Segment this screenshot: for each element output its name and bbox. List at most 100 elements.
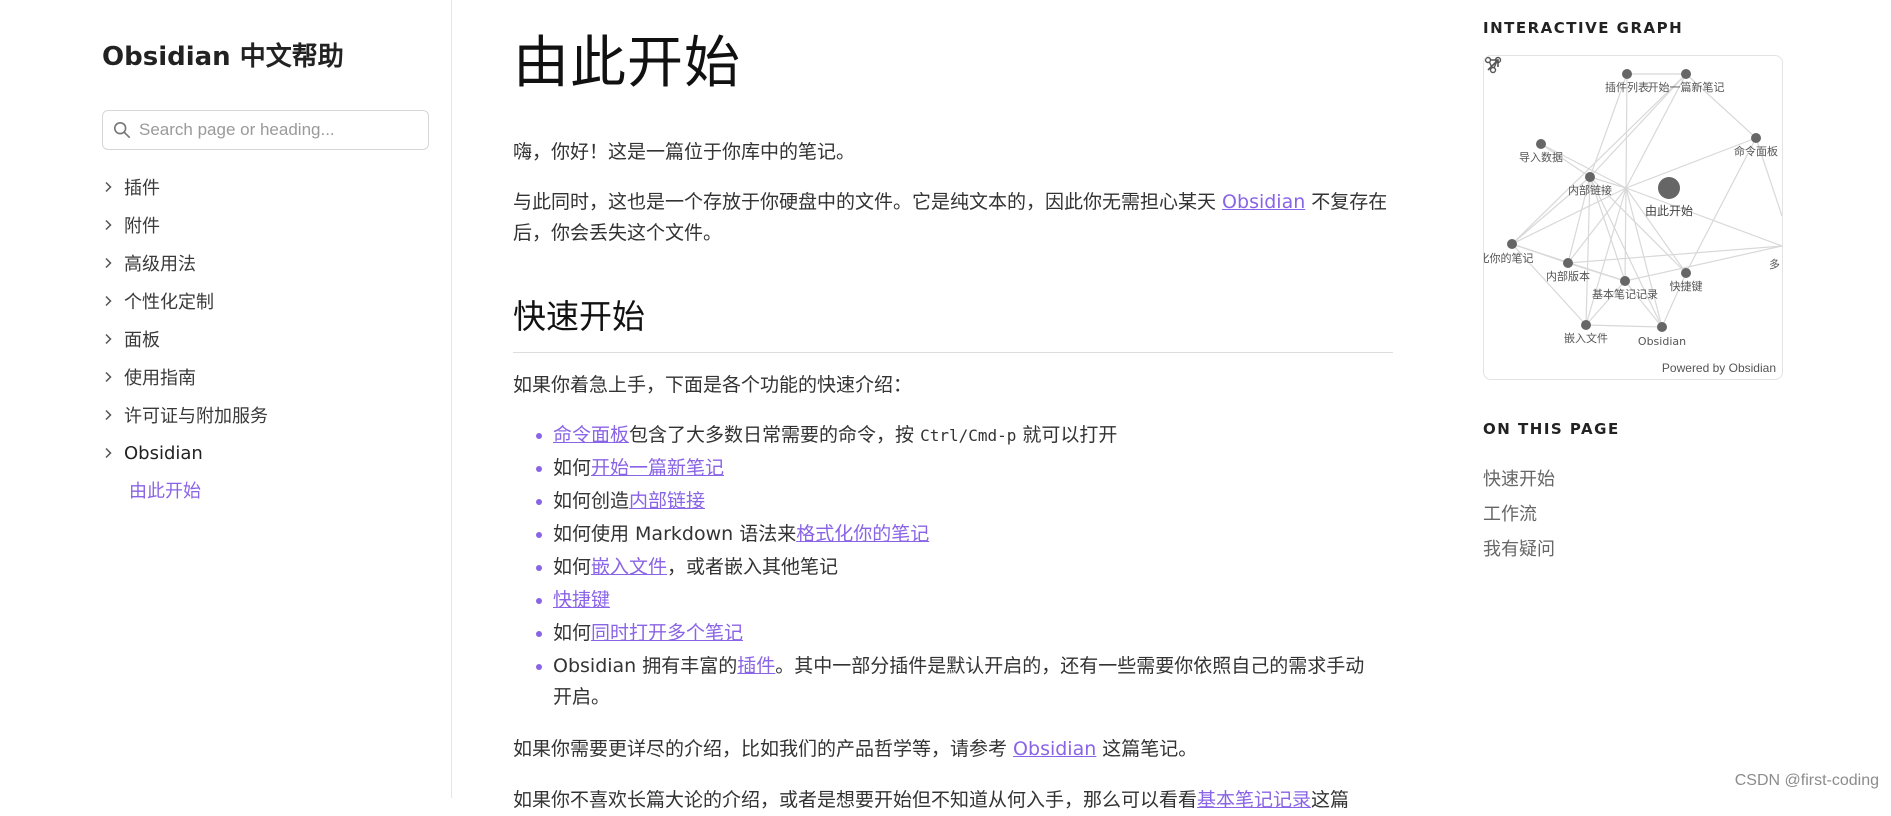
feature-list: 命令面板包含了大多数日常需要的命令，按 Ctrl/Cmd-p 就可以打开 如何开…: [536, 420, 1393, 715]
text: 如何: [553, 457, 592, 479]
sidebar-item-customization[interactable]: 个性化定制: [102, 282, 268, 320]
command-palette-link[interactable]: 命令面板: [553, 424, 629, 446]
graph-node-label: 内部链接: [1568, 183, 1612, 197]
sidebar-item-label: 许可证与附加服务: [124, 406, 268, 427]
list-item: 如何嵌入文件，或者嵌入其他笔记: [536, 552, 1393, 583]
toc-item-workflow[interactable]: 工作流: [1483, 495, 1555, 530]
list-item: 命令面板包含了大多数日常需要的命令，按 Ctrl/Cmd-p 就可以打开: [536, 420, 1393, 451]
graph-node-label: 嵌入文件: [1564, 331, 1608, 345]
graph-node-current[interactable]: [1658, 177, 1680, 199]
sidebar-item-label: Obsidian: [124, 442, 203, 464]
sidebar-item-licenses[interactable]: 许可证与附加服务: [102, 396, 268, 434]
graph-node[interactable]: [1536, 139, 1546, 149]
chevron-right-icon: [102, 181, 124, 193]
sidebar-item-active[interactable]: 由此开始: [129, 472, 268, 508]
text: 就可以打开: [1016, 424, 1118, 446]
chevron-right-icon: [102, 333, 124, 345]
chevron-right-icon: [102, 219, 124, 231]
expand-icon[interactable]: [1484, 56, 1502, 74]
sidebar-item-label: 使用指南: [124, 368, 196, 389]
text: Obsidian 拥有丰富的: [553, 655, 738, 677]
graph-nodes: 插件列表 开始一篇新笔记 命令面板 导入数据 内部链接 由此开始 化你的笔记 内…: [1484, 69, 1780, 348]
embed-files-link[interactable]: 嵌入文件: [591, 556, 667, 578]
sidebar-item-panes[interactable]: 面板: [102, 320, 268, 358]
graph-node[interactable]: [1585, 172, 1595, 182]
text: 如何: [553, 622, 592, 644]
table-of-contents: 快速开始 工作流 我有疑问: [1483, 460, 1555, 565]
list-item: Obsidian 拥有丰富的插件。其中一部分插件是默认开启的，还有一些需要你依照…: [536, 651, 1383, 713]
watermark: CSDN @first-coding: [1734, 772, 1879, 789]
search-icon: [113, 121, 131, 139]
graph-node-label: 多: [1769, 257, 1780, 271]
more-info-paragraph: 如果你需要更详尽的介绍，比如我们的产品哲学等，请参考 Obsidian 这篇笔记…: [513, 734, 1393, 765]
list-item: 快捷键: [536, 585, 1393, 616]
chevron-right-icon: [102, 371, 124, 383]
text: 这篇笔记。: [1096, 738, 1198, 760]
interactive-graph[interactable]: 插件列表 开始一篇新笔记 命令面板 导入数据 内部链接 由此开始 化你的笔记 内…: [1483, 55, 1783, 380]
page-title: 由此开始: [513, 31, 741, 96]
internal-link-link[interactable]: 内部链接: [629, 490, 705, 512]
section-heading-quickstart: 快速开始: [513, 290, 1393, 353]
text: 如何使用 Markdown 语法来: [553, 523, 797, 545]
hotkeys-link[interactable]: 快捷键: [553, 589, 610, 611]
sidebar-nav: 插件 附件 高级用法 个性化定制 面板 使用指南 许可证与附加服务 Obsidi…: [102, 168, 268, 508]
graph-node[interactable]: [1620, 276, 1630, 286]
graph-node[interactable]: [1681, 268, 1691, 278]
graph-node[interactable]: [1563, 258, 1573, 268]
graph-node[interactable]: [1751, 133, 1761, 143]
graph-node-label: 命令面板: [1734, 144, 1778, 158]
chevron-right-icon: [102, 409, 124, 421]
text: ，或者嵌入其他笔记: [667, 556, 839, 578]
chevron-right-icon: [102, 447, 124, 459]
graph-node-label: 导入数据: [1519, 150, 1563, 164]
sidebar-item-label: 附件: [124, 216, 160, 237]
graph-node-label: 快捷键: [1670, 279, 1703, 293]
graph-canvas[interactable]: 插件列表 开始一篇新笔记 命令面板 导入数据 内部链接 由此开始 化你的笔记 内…: [1484, 56, 1783, 380]
list-item: 如何创造内部链接: [536, 486, 1393, 517]
text: 与此同时，这也是一个存放于你硬盘中的文件。它是纯文本的，因此你无需担心某天: [513, 191, 1223, 213]
plugins-link[interactable]: 插件: [737, 655, 775, 677]
text: 如何创造: [553, 490, 630, 512]
sidebar-item-obsidian[interactable]: Obsidian: [102, 434, 268, 472]
toc-title: ON THIS PAGE: [1483, 420, 1620, 438]
toc-item-faq[interactable]: 我有疑问: [1483, 530, 1555, 565]
graph-node[interactable]: [1581, 320, 1591, 330]
graph-node[interactable]: [1681, 69, 1691, 79]
graph-node-label: 开始一篇新笔记: [1648, 80, 1725, 94]
cut-paragraph: 如果你不喜欢长篇大论的介绍，或者是想要开始但不知道从何入手，那么可以看看基本笔记…: [513, 785, 1393, 816]
obsidian-note-link[interactable]: Obsidian: [1013, 738, 1096, 760]
graph-node[interactable]: [1622, 69, 1632, 79]
shortcut-code: Ctrl/Cmd-p: [920, 426, 1017, 445]
graph-node-label: 插件列表: [1605, 80, 1649, 94]
graph-title: INTERACTIVE GRAPH: [1483, 19, 1684, 37]
left-sidebar: Obsidian 中文帮助 Search page or heading... …: [0, 0, 452, 798]
list-item: 如何使用 Markdown 语法来格式化你的笔记: [536, 519, 1393, 550]
list-item: 如何同时打开多个笔记: [536, 618, 1393, 649]
sidebar-item-attachments[interactable]: 附件: [102, 206, 268, 244]
text: 如果你需要更详尽的介绍，比如我们的产品哲学等，请参考: [513, 738, 1014, 760]
multiple-notes-link[interactable]: 同时打开多个笔记: [591, 622, 743, 644]
sidebar-item-plugins[interactable]: 插件: [102, 168, 268, 206]
toc-item-quickstart[interactable]: 快速开始: [1483, 460, 1555, 495]
search-input[interactable]: Search page or heading...: [102, 110, 429, 150]
graph-node-label: 化你的笔记: [1484, 251, 1534, 265]
graph-node[interactable]: [1657, 322, 1667, 332]
text: 如何: [553, 556, 592, 578]
basic-notes-link[interactable]: 基本笔记记录: [1197, 789, 1311, 811]
new-note-link[interactable]: 开始一篇新笔记: [591, 457, 724, 479]
sidebar-item-label: 高级用法: [124, 254, 196, 275]
chevron-right-icon: [102, 295, 124, 307]
graph-node[interactable]: [1507, 239, 1517, 249]
format-notes-link[interactable]: 格式化你的笔记: [796, 523, 929, 545]
text: 包含了大多数日常需要的命令，按: [629, 424, 921, 446]
obsidian-link[interactable]: Obsidian: [1222, 191, 1305, 213]
sidebar-item-advanced[interactable]: 高级用法: [102, 244, 268, 282]
text: 这篇: [1311, 789, 1350, 811]
sidebar-item-label: 个性化定制: [124, 292, 214, 313]
sidebar-item-label: 插件: [124, 178, 160, 199]
intro-paragraph-2: 与此同时，这也是一个存放于你硬盘中的文件。它是纯文本的，因此你无需担心某天 Ob…: [513, 187, 1393, 249]
site-title[interactable]: Obsidian 中文帮助: [102, 36, 344, 73]
sidebar-item-guides[interactable]: 使用指南: [102, 358, 268, 396]
graph-node-label: 内部版本: [1546, 269, 1590, 283]
powered-by: Powered by Obsidian: [1661, 361, 1776, 375]
